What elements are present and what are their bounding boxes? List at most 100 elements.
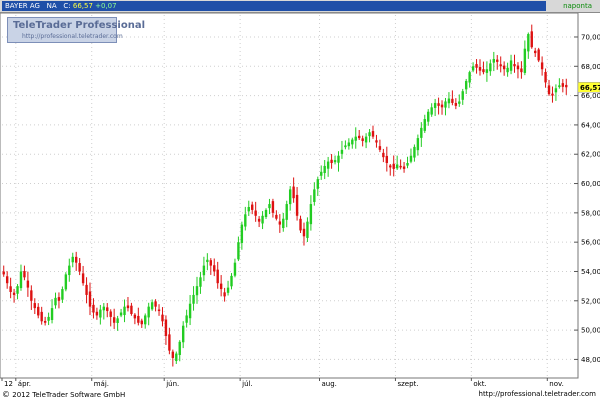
candle-body [54,297,57,306]
candle-body [64,274,68,290]
footer: © 2012 TeleTrader Software GmbH http://p… [0,389,600,400]
candle-body [351,139,354,145]
candle-body [71,256,74,263]
candle-body [364,136,368,143]
candle-body [330,159,333,164]
candle-body [375,140,378,143]
candle-body [326,161,330,169]
candle-body [302,228,306,237]
candle-body [540,62,544,70]
price-chart[interactable]: 48,00 50,00 52,00 54,00 56,00 58,00 60,00 62,00… [0,13,600,389]
candle-body [423,119,426,131]
candle-body [558,85,561,88]
candle-body [254,210,257,216]
candle-body [420,127,423,138]
candle-body [261,215,264,224]
candle-body [565,84,568,88]
close-value: 66,57 [72,2,93,10]
candle-body [316,179,319,189]
candle-body [247,206,250,212]
candle-body [482,69,485,73]
candle-body [216,269,219,284]
candle-body [358,135,361,139]
candle-body [126,305,130,309]
y-tick-label: 50,00 [581,327,600,335]
candle-body [37,306,40,316]
candle-body [68,265,71,276]
candle-body [202,265,206,276]
candle-body [223,292,226,297]
candle-body [16,286,19,294]
candle-body [468,72,471,83]
candle-body [523,48,527,73]
candle-body [168,334,171,351]
candle-body [395,164,399,169]
candle-body [323,165,326,174]
candle-body [9,286,12,292]
candle-body [181,325,185,343]
candle-body [95,311,99,316]
candle-body [416,138,420,151]
ticker-name: BAYER AG [5,2,40,10]
candle-body [137,315,140,323]
candle-body [444,101,447,108]
candle-body [192,294,195,304]
candle-body [2,271,5,275]
candle-body [175,353,178,362]
candle-body [109,311,112,317]
copyright-label: 2012 TeleTrader Software GmbH [12,391,126,399]
candle-body [123,306,126,316]
market-code: NA [46,2,57,10]
candle-body [461,91,464,100]
candle-body [275,214,278,219]
candle-body [106,307,109,312]
candle-body [309,204,313,225]
candle-body [516,65,520,70]
candle-body [409,155,413,162]
period-label[interactable]: naponta [563,0,592,12]
candle-body [154,301,157,307]
candle-body [385,155,389,164]
candle-body [413,146,416,158]
candle-body [489,63,492,72]
logo-title: TeleTrader Professional [13,20,146,31]
candle-body [57,297,61,301]
candle-body [368,132,371,137]
candle-body [119,312,123,316]
candle-body [544,72,547,83]
candle-body [551,93,554,96]
candle-body [50,308,54,320]
candle-body [257,218,261,222]
candle-body [99,309,102,318]
change-value: +0,07 [95,2,117,10]
candle-body [81,273,85,284]
x-tick-label: júl. [241,380,253,388]
candle-body [268,204,271,209]
candle-body [475,64,478,68]
candle-body [509,60,513,71]
candle-body [171,351,175,358]
candle-body [150,302,154,310]
y-tick-label: 62,00 [581,151,600,159]
x-tick-label: szept. [397,380,418,388]
candle-body [527,34,530,52]
candle-body [534,50,537,54]
candle-body [520,68,523,73]
copyright-text: © 2012 TeleTrader Software GmbH [2,389,125,401]
candle-body [226,287,230,293]
candle-body [320,171,323,176]
candle-body [161,314,164,322]
candle-body [240,224,244,243]
candle-body [12,292,16,295]
y-tick-label: 60,00 [581,180,600,188]
candle-body [496,59,499,62]
candle-body [471,66,475,71]
y-tick-label: 56,00 [581,239,600,247]
footer-url[interactable]: http://professional.teletrader.com [479,389,596,400]
candle-body [458,101,461,104]
candle-body [23,271,26,278]
teletrader-logo: TeleTrader Professional http://professio… [7,17,145,43]
x-tick-label: máj. [94,380,109,388]
candle-body [340,149,344,154]
candle-body [282,218,285,229]
